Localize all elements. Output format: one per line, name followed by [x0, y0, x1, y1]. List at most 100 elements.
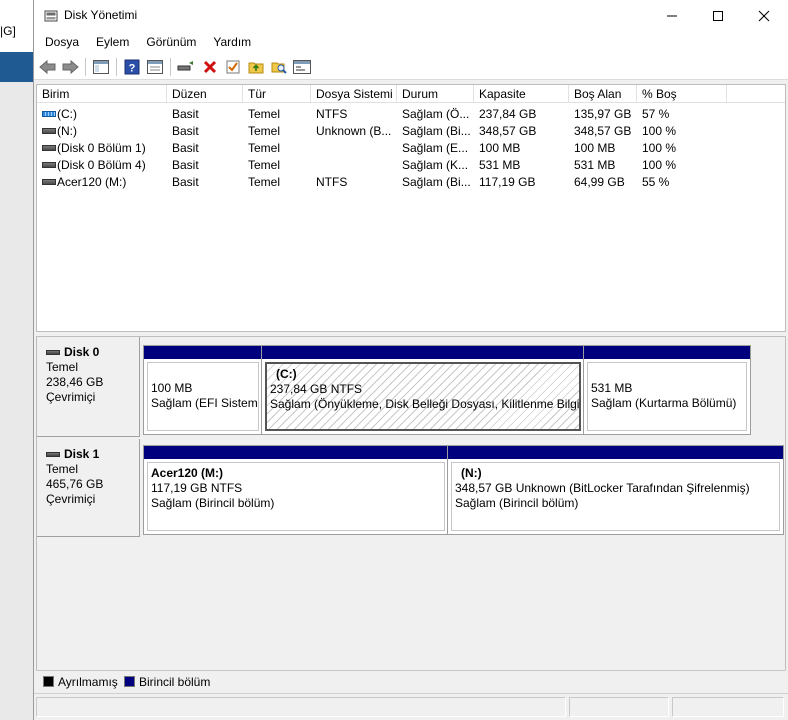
table-cell-capacity: 348,57 GB — [479, 124, 537, 138]
minimize-icon — [667, 15, 677, 17]
search-folder-button[interactable] — [269, 57, 289, 77]
table-cell-status: Sağlam (Bi... — [402, 124, 471, 138]
table-cell-fs — [316, 156, 396, 173]
table-cell-layout: Basit — [172, 141, 199, 155]
table-cell-fs: Unknown (B... — [316, 124, 392, 138]
column-header-dosya-sistemi[interactable]: Dosya Sistemi — [311, 85, 397, 103]
table-row[interactable]: (C:) Basit Temel NTFS Sağlam (Ö... 237,84 GB 1… — [37, 105, 785, 122]
column-header-birim[interactable]: Birim — [37, 85, 167, 103]
volume-drive-icon — [42, 179, 56, 185]
back-button[interactable] — [38, 57, 58, 77]
toolbar-separator — [116, 58, 117, 76]
table-row[interactable]: (Disk 0 Bölüm 1) Basit Temel Sağlam (E... 10… — [37, 139, 785, 156]
table-cell-name: Acer120 (M:) — [57, 175, 127, 189]
menu-yardim[interactable]: Yardım — [204, 32, 259, 54]
volume-drive-icon — [42, 111, 56, 117]
partition-size: 117,19 GB NTFS — [151, 481, 243, 495]
table-cell-type: Temel — [248, 107, 281, 121]
menu-eylem[interactable]: Eylem — [87, 32, 137, 54]
settings-panel-icon — [293, 60, 311, 74]
disk-1-size: 465,76 GB — [46, 477, 104, 491]
partition-disk1-n[interactable]: (N:) 348,57 GB Unknown (BitLocker Tarafı… — [447, 445, 784, 535]
disk-0-type: Temel — [46, 360, 79, 374]
partition-disk1-acer120[interactable]: Acer120 (M:) 117,19 GB NTFS Sağlam (Biri… — [143, 445, 449, 535]
partition-size: 348,57 GB Unknown (BitLocker Tarafından … — [455, 481, 750, 495]
check-icon — [226, 60, 240, 74]
disk-1-label[interactable]: Disk 1 Temel 465,76 GB Çevrimiçi — [37, 439, 140, 537]
table-cell-name: (C:) — [57, 107, 77, 121]
settings-panel-button[interactable] — [292, 57, 312, 77]
menu-bar: Dosya Eylem Görünüm Yardım — [34, 32, 788, 54]
properties-button[interactable] — [145, 57, 165, 77]
partition-color-bar — [144, 446, 448, 459]
column-header-duzen[interactable]: Düzen — [167, 85, 243, 103]
desktop-taskbar-fragment — [0, 52, 36, 82]
table-cell-fs: NTFS — [316, 107, 348, 121]
column-header-kapasite[interactable]: Kapasite — [474, 85, 569, 103]
check-button[interactable] — [223, 57, 243, 77]
toolbar: ? — [34, 54, 788, 80]
disk-management-app-icon — [44, 10, 58, 22]
disk-1-type: Temel — [46, 462, 79, 476]
table-cell-free: 348,57 GB — [574, 124, 632, 138]
partition-name: Acer120 (M:) — [151, 466, 224, 480]
partition-status: Sağlam (Birincil bölüm) — [455, 496, 579, 510]
maximize-button[interactable] — [695, 0, 741, 32]
disk-0-label[interactable]: Disk 0 Temel 238,46 GB Çevrimiçi — [37, 337, 140, 437]
table-row[interactable]: (N:) Basit Temel Unknown (B... Sağlam (Bi...… — [37, 122, 785, 139]
table-cell-fs: NTFS — [316, 175, 348, 189]
back-icon — [39, 59, 56, 75]
column-header-durum[interactable]: Durum — [397, 85, 474, 103]
forward-button[interactable] — [60, 57, 80, 77]
table-cell-layout: Basit — [172, 158, 199, 172]
table-cell-name: (N:) — [57, 124, 77, 138]
legend-label-primary: Birincil bölüm — [139, 675, 211, 689]
partition-status: Sağlam (Kurtarma Bölümü) — [591, 396, 737, 410]
disk-0-title: Disk 0 — [46, 345, 139, 360]
svg-text:?: ? — [129, 63, 136, 75]
partition-disk0-recovery[interactable]: 531 MB Sağlam (Kurtarma Bölümü) — [583, 345, 751, 435]
menu-gorunum[interactable]: Görünüm — [137, 32, 204, 54]
partition-disk0-c[interactable]: (C:) 237,84 GB NTFS Sağlam (Önyükleme, D… — [261, 345, 585, 435]
table-cell-status: Sağlam (Ö... — [402, 107, 470, 121]
partition-disk0-efi[interactable]: 100 MB Sağlam (EFI Sistem Bölümü) — [143, 345, 263, 435]
console-tree-button[interactable] — [91, 57, 111, 77]
connect-disk-button[interactable] — [176, 57, 196, 77]
minimize-button[interactable] — [649, 0, 695, 32]
table-cell-free: 135,97 GB — [574, 107, 632, 121]
help-button[interactable]: ? — [122, 57, 142, 77]
table-cell-layout: Basit — [172, 175, 199, 189]
table-row[interactable]: (Disk 0 Bölüm 4) Basit Temel Sağlam (K... 53… — [37, 156, 785, 173]
column-header-yuzde-bos[interactable]: % Boş — [637, 85, 727, 103]
table-cell-name: (Disk 0 Bölüm 4) — [57, 158, 146, 172]
disk-graphical-pane: Disk 0 Temel 238,46 GB Çevrimiçi 100 MB … — [36, 336, 786, 690]
volume-drive-icon — [42, 128, 56, 134]
column-header-bos-alan[interactable]: Boş Alan — [569, 85, 637, 103]
close-button[interactable] — [741, 0, 787, 32]
table-cell-capacity: 237,84 GB — [479, 107, 537, 121]
volume-list[interactable]: Birim Düzen Tür Dosya Sistemi Durum Kapa… — [36, 84, 786, 332]
toolbar-separator — [85, 58, 86, 76]
column-header-tur[interactable]: Tür — [243, 85, 311, 103]
table-cell-pct: 100 % — [642, 158, 677, 172]
legend-swatch-primary — [124, 676, 135, 687]
partition-body: 531 MB Sağlam (Kurtarma Bölümü) — [587, 362, 747, 431]
menu-dosya[interactable]: Dosya — [36, 32, 87, 54]
delete-button[interactable] — [200, 57, 220, 77]
table-cell-free: 531 MB — [574, 158, 616, 172]
partition-body: 100 MB Sağlam (EFI Sistem Bölümü) — [147, 362, 259, 431]
partition-name — [591, 366, 746, 381]
table-row[interactable]: Acer120 (M:) Basit Temel NTFS Sağlam (Bi... 1… — [37, 173, 785, 190]
status-panel-main — [36, 697, 566, 717]
partition-name: (N:) — [461, 466, 482, 480]
close-icon — [758, 10, 770, 22]
folder-up-button[interactable] — [246, 57, 266, 77]
table-cell-status: Sağlam (K... — [402, 158, 469, 172]
title-bar[interactable]: Disk Yönetimi — [34, 0, 788, 32]
table-cell-pct: 55 % — [642, 175, 670, 189]
table-cell-type: Temel — [248, 141, 281, 155]
table-cell-status: Sağlam (E... — [402, 141, 469, 155]
forward-icon — [62, 59, 79, 75]
disk-icon — [46, 452, 60, 457]
search-folder-icon — [271, 62, 287, 74]
